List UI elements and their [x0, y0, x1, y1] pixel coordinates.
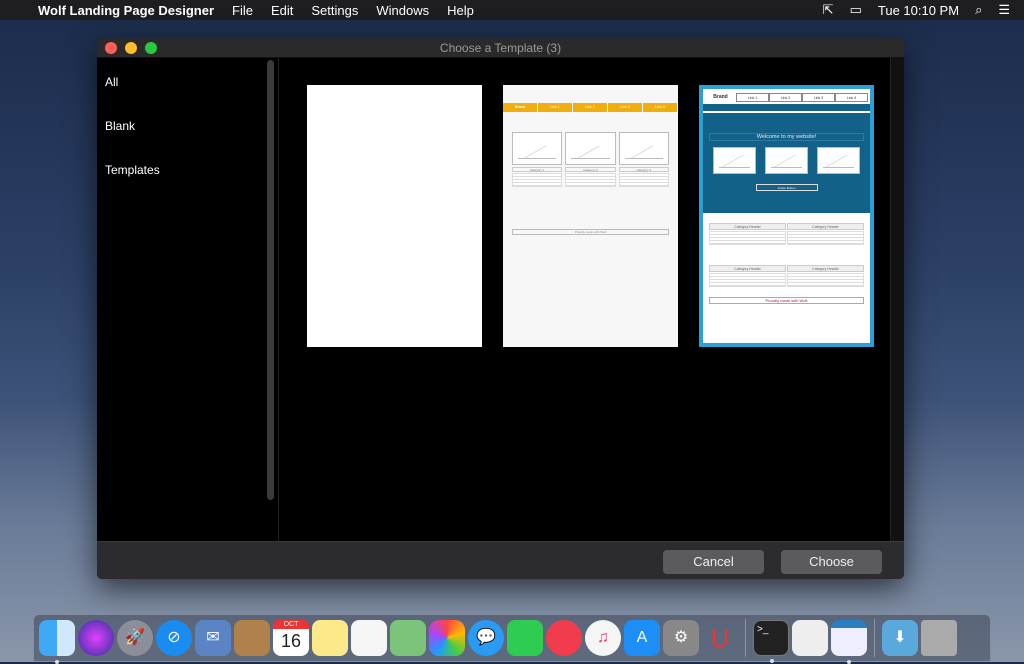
cancel-button[interactable]: Cancel	[663, 550, 764, 574]
list-icon[interactable]: ☰	[998, 2, 1010, 18]
image-placeholder-icon	[512, 132, 563, 165]
category-header: Category Header	[787, 223, 864, 230]
category: Category 3	[618, 167, 669, 172]
template-blank[interactable]	[307, 85, 482, 347]
display-icon[interactable]: ▭	[850, 2, 862, 18]
dock-separator	[745, 619, 746, 657]
category-header: Category Header	[787, 265, 864, 272]
nav-link: Link 1	[538, 103, 573, 112]
app-menu[interactable]: Wolf Landing Page Designer	[38, 3, 214, 18]
image-placeholder-icon	[565, 132, 616, 165]
contacts-icon[interactable]	[234, 620, 270, 656]
nav-link: Link 3	[608, 103, 643, 112]
launchpad-icon[interactable]: 🚀	[117, 620, 153, 656]
search-icon[interactable]: ⌕	[975, 2, 982, 18]
dock: 🚀 ⊘ ✉ OCT 16 💬 ♫ A ⚙ U >_ ⬇	[33, 614, 991, 664]
nav-link: Link 4	[835, 93, 868, 102]
wolf-app-icon[interactable]	[831, 620, 867, 664]
close-button[interactable]	[105, 42, 117, 54]
finder-icon[interactable]	[39, 620, 75, 664]
action-button: Action Button	[755, 184, 818, 191]
choose-button[interactable]: Choose	[781, 550, 882, 574]
menu-edit[interactable]: Edit	[271, 3, 293, 18]
messages-icon[interactable]: 💬	[468, 620, 504, 656]
text-block	[709, 231, 786, 245]
app-store-icon[interactable]: A	[624, 620, 660, 656]
choose-template-dialog: Choose a Template (3) All Blank Template…	[97, 38, 904, 579]
template-orange[interactable]: Brand Link 1 Link 2 Link 3 Link 4 Catego…	[503, 85, 678, 347]
image-placeholder-icon	[713, 147, 756, 174]
trash-icon[interactable]	[921, 620, 957, 656]
gallery-scrollbar[interactable]	[890, 58, 904, 541]
sidebar: All Blank Templates	[97, 58, 279, 541]
menu-help[interactable]: Help	[447, 3, 474, 18]
zoom-button[interactable]	[145, 42, 157, 54]
safari-icon[interactable]: ⊘	[156, 620, 192, 656]
sidebar-item-blank[interactable]: Blank	[105, 119, 135, 133]
system-preferences-icon[interactable]: ⚙	[663, 620, 699, 656]
minimize-button[interactable]	[125, 42, 137, 54]
nav-link: Link 1	[736, 93, 769, 102]
text-editor-icon[interactable]	[792, 620, 828, 656]
siri-icon[interactable]	[78, 620, 114, 656]
menu-bar: Wolf Landing Page Designer File Edit Set…	[0, 0, 1024, 20]
nav-link: Link 2	[573, 103, 608, 112]
nav-link: Link 4	[643, 103, 678, 112]
image-placeholder-icon	[618, 132, 669, 165]
photos-icon[interactable]	[429, 620, 465, 656]
reminders-icon[interactable]	[351, 620, 387, 656]
category-header: Category Header	[709, 265, 786, 272]
menu-file[interactable]: File	[232, 3, 253, 18]
mail-icon[interactable]: ✉	[195, 620, 231, 656]
menu-settings[interactable]: Settings	[311, 3, 358, 18]
airplay-icon[interactable]: ⇱	[823, 2, 834, 18]
brand: Brand	[705, 93, 736, 102]
hero-section: Welcome to my website! Action Button	[703, 113, 870, 213]
notes-icon[interactable]	[312, 620, 348, 656]
text-block	[618, 173, 669, 187]
sidebar-item-all[interactable]: All	[105, 75, 118, 89]
text-block	[709, 273, 786, 287]
dock-separator	[874, 619, 875, 657]
image-placeholder-icon	[817, 147, 860, 174]
nav-link: Link 2	[769, 93, 802, 102]
category: Category 1	[512, 167, 563, 172]
downloads-folder-icon[interactable]: ⬇	[882, 620, 918, 656]
maps-icon[interactable]	[390, 620, 426, 656]
calendar-icon[interactable]: OCT 16	[273, 620, 309, 656]
template-blue-selected[interactable]: Brand Link 1 Link 2 Link 3 Link 4 Welcom…	[699, 85, 874, 347]
sidebar-scrollbar[interactable]	[267, 60, 274, 500]
text-block	[787, 273, 864, 287]
menu-windows[interactable]: Windows	[376, 3, 429, 18]
nav-link: Link 3	[802, 93, 835, 102]
title-bar: Choose a Template (3)	[97, 38, 904, 58]
terminal-icon[interactable]: >_	[753, 620, 789, 663]
template-footer: Proudly made with Wolf	[709, 297, 864, 304]
template-footer: Proudly made with Wolf	[512, 229, 669, 235]
image-placeholder-icon	[765, 147, 808, 174]
magnet-icon[interactable]: U	[702, 620, 738, 656]
window-title: Choose a Template (3)	[439, 41, 562, 55]
brand: Brand	[503, 103, 538, 112]
news-icon[interactable]	[546, 620, 582, 656]
clock[interactable]: Tue 10:10 PM	[878, 3, 959, 18]
text-block	[512, 173, 563, 187]
category: Category 2	[565, 167, 616, 172]
welcome-heading: Welcome to my website!	[709, 133, 864, 141]
dialog-footer: Cancel Choose	[97, 541, 904, 579]
template-gallery: Brand Link 1 Link 2 Link 3 Link 4 Catego…	[280, 58, 890, 541]
text-block	[565, 173, 616, 187]
facetime-icon[interactable]	[507, 620, 543, 656]
category-header: Category Header	[709, 223, 786, 230]
sidebar-item-templates[interactable]: Templates	[105, 163, 160, 177]
music-icon[interactable]: ♫	[585, 620, 621, 656]
text-block	[787, 231, 864, 245]
